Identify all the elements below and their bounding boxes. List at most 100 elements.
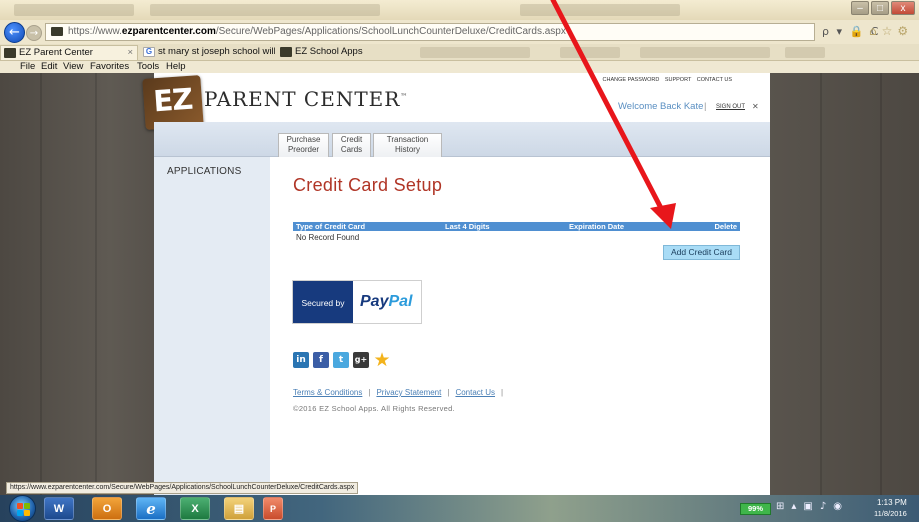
powerpoint-taskbar-icon[interactable]: P <box>263 497 283 520</box>
address-row: ← → https://www.ezparentcenter.com/Secur… <box>0 20 919 44</box>
page-title: Credit Card Setup <box>293 175 443 195</box>
windows-logo-quadrant <box>24 510 30 516</box>
site-favicon-icon <box>51 27 63 36</box>
menu-file[interactable]: File <box>20 61 35 73</box>
support-link[interactable]: SUPPORT <box>665 77 691 83</box>
paypal-secured-text: Secured by <box>293 281 353 323</box>
tab-google-search[interactable]: G st mary st joseph school willim... <box>140 45 275 60</box>
paypal-pal: Pal <box>388 293 413 310</box>
sign-out-link[interactable]: SIGN OUT <box>716 104 745 110</box>
google-favicon-icon: G <box>143 47 155 57</box>
welcome-message: Welcome Back Kate <box>618 101 704 112</box>
menu-edit[interactable]: Edit <box>41 61 57 73</box>
word-taskbar-icon[interactable]: W <box>44 497 74 520</box>
tab-label: st mary st joseph school willim... <box>158 46 275 57</box>
title-bar-blur <box>14 4 134 16</box>
logo-mark: EZ <box>152 81 194 119</box>
battery-icon[interactable]: 99% <box>740 503 771 515</box>
tab-credit-cards[interactable]: Credit Cards <box>332 133 371 157</box>
tab-ez-parent-center[interactable]: EZ Parent Center × <box>0 45 138 60</box>
footer-contact-link[interactable]: Contact Us <box>455 388 495 397</box>
empty-table-message: No Record Found <box>296 233 360 242</box>
tab-purchase-preorder[interactable]: Purchase Preorder <box>278 133 329 157</box>
facebook-icon[interactable]: f <box>313 352 329 368</box>
top-links: CHANGE PASSWORD SUPPORT CONTACT US <box>599 77 732 83</box>
file-explorer-taskbar-icon[interactable]: ▤ <box>224 497 254 520</box>
page-texture <box>95 73 97 495</box>
tab-label-line1: Purchase <box>286 135 321 144</box>
linkedin-icon[interactable]: in <box>293 352 309 368</box>
tab-favicon-icon <box>4 48 16 58</box>
close-window-button[interactable]: x <box>891 1 915 15</box>
windows-logo-quadrant <box>17 503 23 509</box>
menu-bar: File Edit View Favorites Tools Help <box>0 61 919 73</box>
paypal-pay: Pay <box>360 293 389 310</box>
column-last-4-digits: Last 4 Digits <box>445 222 490 231</box>
logo-text: PARENT CENTER™ <box>204 87 408 111</box>
sidebar-item-applications[interactable]: APPLICATIONS <box>167 166 241 177</box>
windows-logo-quadrant <box>24 503 30 509</box>
url-path: /Secure/WebPages/Applications/SchoolLunc… <box>215 26 566 37</box>
tab-ez-school-apps[interactable]: EZ School Apps <box>277 45 387 60</box>
logo-text-main: PARENT CENTER <box>204 87 401 111</box>
page-texture <box>820 73 822 495</box>
sign-out-icon[interactable]: ✕ <box>752 102 759 111</box>
column-expiration-date: Expiration Date <box>569 222 625 231</box>
outlook-taskbar-icon[interactable]: O <box>92 497 122 520</box>
copyright-text: ©2016 EZ School Apps. All Rights Reserve… <box>293 404 455 413</box>
welcome-separator: | <box>704 101 707 112</box>
logo-trademark: ™ <box>400 92 409 101</box>
twitter-icon[interactable]: t <box>333 352 349 368</box>
column-type: Type of Credit Card <box>296 222 366 231</box>
clock-time[interactable]: 1:13 PM <box>877 498 907 507</box>
window-title-bar: – □ x <box>0 0 919 20</box>
page-viewport: EZ PARENT CENTER™ CHANGE PASSWORD SUPPOR… <box>0 73 919 495</box>
menu-favorites[interactable]: Favorites <box>90 61 129 73</box>
tab-close-icon[interactable]: × <box>127 46 133 60</box>
back-button[interactable]: ← <box>4 22 25 43</box>
clock-date[interactable]: 11/8/2016 <box>874 509 907 518</box>
menu-view[interactable]: View <box>63 61 83 73</box>
start-button[interactable] <box>9 495 36 522</box>
minimize-button[interactable]: – <box>851 1 869 15</box>
tab-label-line1: Credit <box>340 135 363 144</box>
window-controls: – □ x <box>851 1 915 15</box>
site-header: EZ PARENT CENTER™ CHANGE PASSWORD SUPPOR… <box>142 73 770 130</box>
page-texture <box>40 73 42 495</box>
internet-explorer-taskbar-icon[interactable]: e <box>136 497 166 520</box>
url-prefix: https://www. <box>68 26 122 37</box>
excel-taskbar-icon[interactable]: X <box>180 497 210 520</box>
tab-transaction-history[interactable]: Transaction History <box>373 133 442 157</box>
menu-help[interactable]: Help <box>166 61 186 73</box>
favorite-star-icon[interactable]: ★ <box>372 350 392 370</box>
taskbar-blur <box>785 47 825 58</box>
change-password-link[interactable]: CHANGE PASSWORD <box>603 77 660 83</box>
footer-separator: | <box>447 388 450 397</box>
nav-band: Purchase Preorder Credit Cards Transacti… <box>154 122 770 157</box>
menu-tools[interactable]: Tools <box>137 61 159 73</box>
paypal-badge[interactable]: Secured by PayPal <box>292 280 422 324</box>
status-bar-url: https://www.ezparentcenter.com/Secure/We… <box>6 482 359 494</box>
tab-label-line1: Transaction <box>386 135 429 144</box>
tab-label-line2: Preorder <box>287 145 320 154</box>
maximize-button[interactable]: □ <box>871 1 889 15</box>
url-host: ezparentcenter.com <box>121 26 216 37</box>
contact-us-link[interactable]: CONTACT US <box>697 77 732 83</box>
windows-logo-quadrant <box>17 510 23 516</box>
home-favorites-settings-icons[interactable]: ⌂☆⚙ <box>869 24 913 38</box>
terms-link[interactable]: Terms & Conditions <box>293 388 362 397</box>
footer-links: Terms & Conditions | Privacy Statement | Con… <box>293 388 509 397</box>
forward-button[interactable]: → <box>26 25 42 41</box>
tab-label: EZ Parent Center <box>19 47 93 58</box>
address-bar[interactable]: https://www.ezparentcenter.com/Secure/We… <box>45 23 815 41</box>
back-arrow-icon: ← <box>9 25 20 40</box>
taskbar-blur <box>560 47 620 58</box>
title-bar-blur <box>150 4 380 16</box>
system-tray-icons[interactable]: ⊞▴▣♪◉ <box>776 501 849 512</box>
privacy-link[interactable]: Privacy Statement <box>376 388 441 397</box>
google-plus-icon[interactable]: g+ <box>353 352 369 368</box>
site-page: EZ PARENT CENTER™ CHANGE PASSWORD SUPPOR… <box>142 73 770 495</box>
add-credit-card-button[interactable]: Add Credit Card <box>663 245 740 260</box>
footer-separator: | <box>368 388 371 397</box>
tab-label: EZ School Apps <box>295 46 363 57</box>
